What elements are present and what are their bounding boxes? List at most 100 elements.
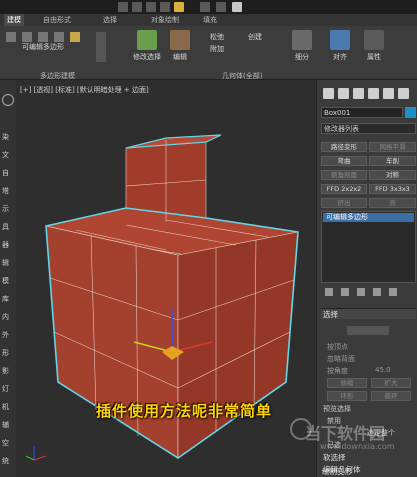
modifier-bevel-profile[interactable]: 倒角剖面 [321,170,367,180]
preview-selection-label: 预览选择 [323,405,351,413]
side-tools[interactable] [96,32,106,62]
render-icon[interactable] [200,2,210,12]
remove-modifier-icon[interactable] [373,288,381,296]
left-item[interactable]: 灯 [2,384,9,394]
pin-stack-icon[interactable] [325,288,333,296]
shrink-button[interactable]: 收缩 [327,378,367,388]
modifier-symmetry[interactable]: 对称 [369,170,416,180]
poly-type-label: 可编辑多边形 [22,43,64,51]
grid-icon[interactable] [216,2,226,12]
tab-populate[interactable]: 填充 [200,14,220,26]
stack-item-editable-poly[interactable]: 可编辑多边形 [323,213,414,222]
modify-select-button[interactable]: 修改选择 [132,30,162,62]
hierarchy-tab-icon[interactable] [353,88,364,99]
utilities-tab-icon[interactable] [398,88,409,99]
show-end-result-icon[interactable] [341,288,349,296]
left-item[interactable]: 辅 [2,420,9,430]
object-color-swatch[interactable] [405,107,416,118]
edit-icon [170,30,190,50]
rollout-paint-deformation[interactable]: 绘制变形 [322,466,352,477]
make-unique-icon[interactable] [357,288,365,296]
axis-tripod [25,446,47,461]
configure-sets-icon[interactable] [389,288,397,296]
left-command-bar: 染 文 自 塔 示 具 器 辑 模 库 内 外 形 影 灯 机 辅 空 统 [0,80,16,477]
polygon-icon[interactable] [54,32,64,42]
ignore-backface-checkbox[interactable]: 忽略背面 [327,354,355,364]
redo-icon[interactable] [132,2,142,12]
by-angle-checkbox[interactable]: 按角度 [327,366,348,376]
modifier-ffd-2[interactable]: FFD 2x2x2 [321,184,367,194]
link-icon[interactable] [146,2,156,12]
ribbon-tabs: 建模 自由形式 选择 对象绘制 填充 [0,14,417,26]
modifier-shell[interactable]: 壳 [369,198,416,208]
by-vertex-checkbox[interactable]: 按顶点 [327,342,348,352]
subdivide-button[interactable]: 细分 [290,30,314,62]
rollout-soft-selection[interactable]: 软选择 [323,452,346,463]
sun-icon[interactable] [174,2,184,12]
block-right-face [177,231,299,459]
angle-spinner[interactable]: 45.0 [375,366,391,374]
tab-object-paint[interactable]: 对象绘制 [148,14,182,26]
ring-button[interactable]: 环形 [327,391,367,401]
tab-selection[interactable]: 选择 [100,14,120,26]
attach-button[interactable]: 附加 [210,44,224,54]
loop-button[interactable]: 循环 [371,391,411,401]
tab-freeform[interactable]: 自由形式 [40,14,74,26]
left-item[interactable]: 模 [2,276,9,286]
subdivide-icon [292,30,312,50]
edit-button[interactable]: 编辑 [168,30,192,62]
modifier-path-deform[interactable]: 路径变形 [321,142,367,152]
edge-icon[interactable] [22,32,32,42]
grow-button[interactable]: 扩大 [371,378,411,388]
modifier-meshsmooth[interactable]: 网格平滑 [369,142,416,152]
stack-toolbar [325,288,415,298]
relax-button[interactable]: 松弛 [210,32,224,42]
tab-modeling[interactable]: 建模 [4,14,24,26]
create-tab-icon[interactable] [323,88,334,99]
left-item[interactable]: 辑 [2,258,9,268]
unlink-icon[interactable] [160,2,170,12]
command-panel: Box001 修改器列表 路径变形 网格平滑 弯曲 车削 倒角剖面 对称 FFD… [316,80,417,477]
left-item[interactable]: 示 [2,204,9,214]
app-logo-icon [2,94,14,106]
element-icon[interactable] [70,32,80,42]
object-name-field[interactable]: Box001 [321,107,403,118]
modifier-ffd-3[interactable]: FFD 3x3x3 [369,184,416,194]
display-tab-icon[interactable] [383,88,394,99]
left-item[interactable]: 空 [2,438,9,448]
modifier-stack: 可编辑多边形 [321,211,416,283]
align-button[interactable]: 对齐 [328,30,352,62]
modifier-list-dropdown[interactable]: 修改器列表 [321,123,416,134]
left-item[interactable]: 统 [2,456,9,466]
modify-tab-icon[interactable] [338,88,349,99]
video-subtitle: 插件使用方法呢非常简单 [96,402,273,420]
modifier-lathe[interactable]: 车削 [369,156,416,166]
settings-icon[interactable] [232,2,242,12]
left-item[interactable]: 染 [2,132,9,142]
left-item[interactable]: 形 [2,348,9,358]
left-item[interactable]: 库 [2,294,9,304]
left-item[interactable]: 塔 [2,186,9,196]
vertex-icon[interactable] [6,32,16,42]
modifier-bend[interactable]: 弯曲 [321,156,367,166]
align-icon [330,30,350,50]
left-item[interactable]: 具 [2,222,9,232]
modifier-extrude[interactable]: 挤出 [321,198,367,208]
border-icon[interactable] [38,32,48,42]
create-button[interactable]: 创建 [248,32,262,42]
left-item[interactable]: 机 [2,402,9,412]
properties-icon [364,30,384,50]
left-item[interactable]: 外 [2,330,9,340]
properties-button[interactable]: 属性 [362,30,386,62]
modify-select-icon [137,30,157,50]
left-item[interactable]: 内 [2,312,9,322]
left-item[interactable]: 器 [2,240,9,250]
rollout-selection-label: 选择 [323,310,338,319]
motion-tab-icon[interactable] [368,88,379,99]
left-item[interactable]: 自 [2,168,9,178]
left-item[interactable]: 文 [2,150,9,160]
undo-icon[interactable] [118,2,128,12]
block-left-face [45,225,179,459]
subobject-icons[interactable] [347,326,389,335]
left-item[interactable]: 影 [2,366,9,376]
